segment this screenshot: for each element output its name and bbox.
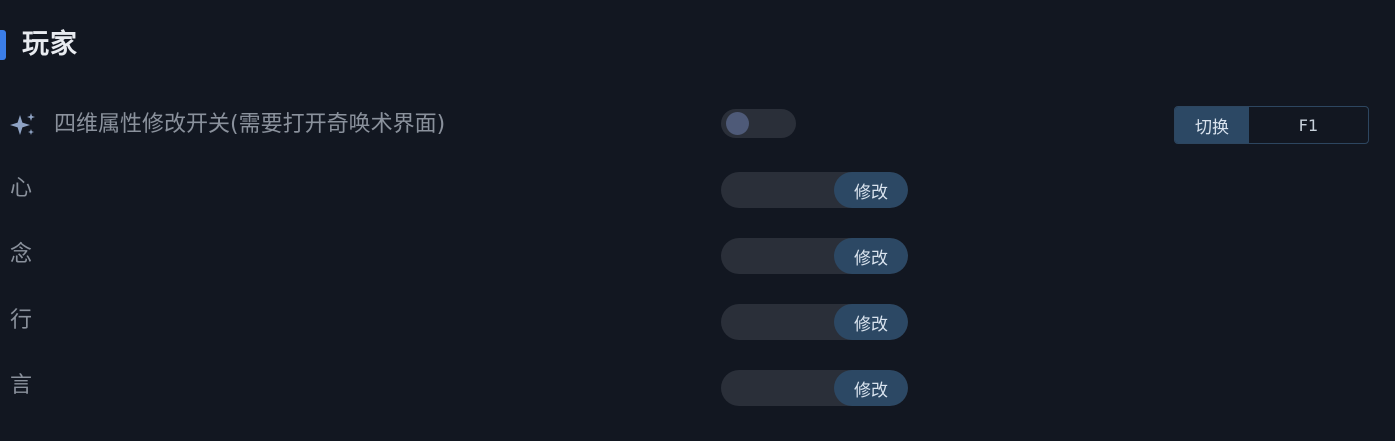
- attribute-row: 心: [10, 174, 32, 204]
- modify-button[interactable]: 修改: [834, 370, 908, 406]
- attribute-value-input[interactable]: [721, 172, 834, 208]
- sparkle-icon: [10, 113, 35, 135]
- modify-button[interactable]: 修改: [834, 238, 908, 274]
- toggle-knob: [726, 112, 749, 135]
- modify-button[interactable]: 修改: [834, 304, 908, 340]
- attribute-value-input[interactable]: [721, 304, 834, 340]
- attribute-label: 言: [10, 373, 33, 398]
- hotkey-value[interactable]: F1: [1249, 107, 1368, 143]
- section-accent-bar: [0, 30, 6, 60]
- attribute-input-group: 修改: [721, 172, 908, 208]
- attribute-row: 念: [10, 240, 32, 270]
- attribute-mod-toggle[interactable]: [721, 109, 796, 138]
- attribute-input-group: 修改: [721, 304, 908, 340]
- attribute-label: 行: [10, 308, 33, 333]
- toggle-label: 四维属性修改开关(需要打开奇唤术界面): [54, 112, 446, 137]
- attribute-input-group: 修改: [721, 238, 908, 274]
- attribute-row: 行: [10, 306, 32, 336]
- toggle-row: 四维属性修改开关(需要打开奇唤术界面): [10, 110, 445, 140]
- attribute-label: 心: [10, 176, 33, 201]
- section-title: 玩家: [22, 29, 78, 60]
- attribute-value-input[interactable]: [721, 370, 834, 406]
- hotkey-switch-button[interactable]: 切换: [1175, 107, 1249, 143]
- attribute-value-input[interactable]: [721, 238, 834, 274]
- attribute-label: 念: [10, 242, 33, 267]
- modify-button[interactable]: 修改: [834, 172, 908, 208]
- hotkey-control: 切换 F1: [1174, 106, 1369, 144]
- attribute-input-group: 修改: [721, 370, 908, 406]
- attribute-row: 言: [10, 371, 32, 401]
